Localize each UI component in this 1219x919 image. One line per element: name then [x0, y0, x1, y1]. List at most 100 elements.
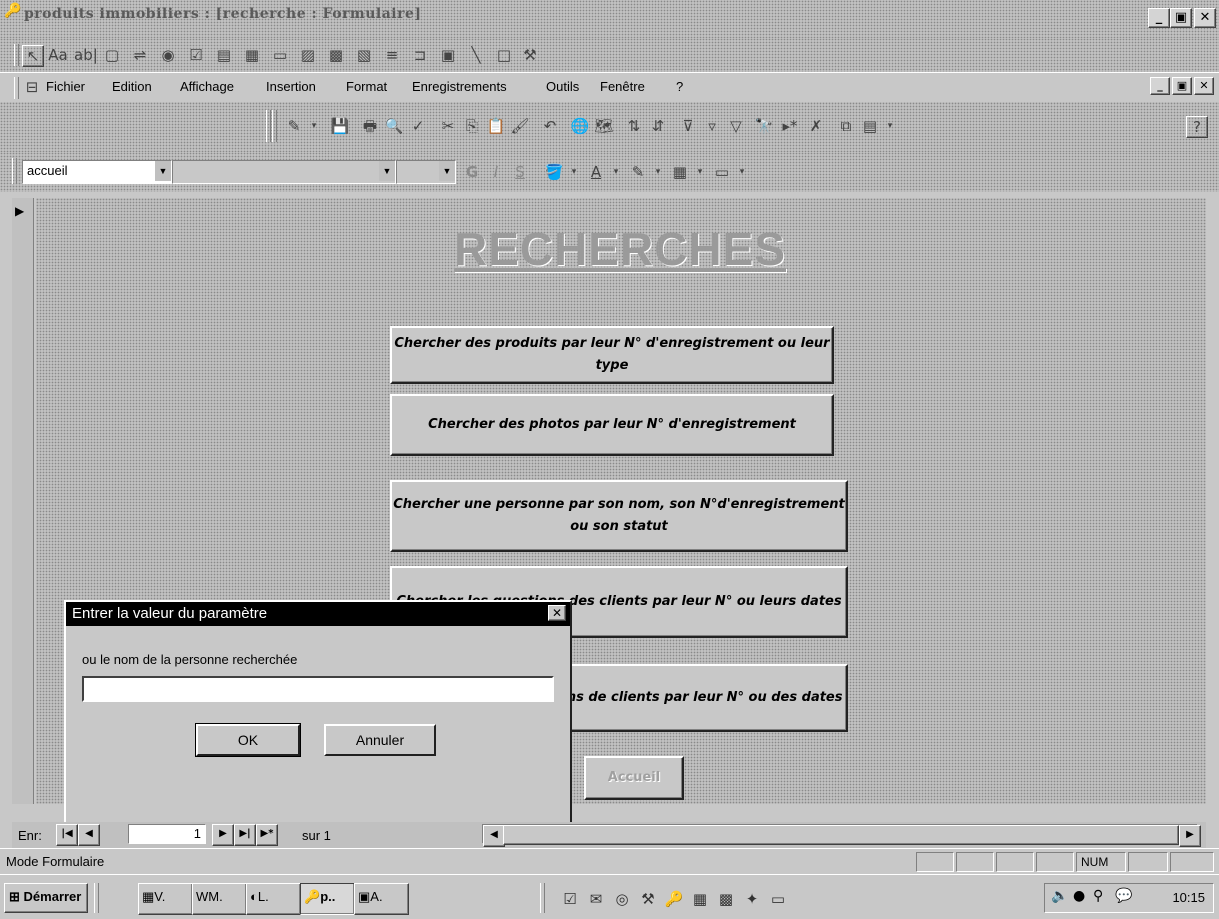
print-icon[interactable]: 🖶	[360, 116, 380, 136]
taskbar-grip[interactable]	[94, 883, 99, 913]
fill-color-icon[interactable]: 🪣	[544, 162, 564, 182]
doc-restore-button[interactable]: ▣	[1172, 77, 1192, 95]
first-record-icon[interactable]: |◀	[56, 824, 78, 846]
save-icon[interactable]: 💾	[330, 116, 350, 136]
menu-edition[interactable]: Edition	[112, 79, 152, 94]
chevron-down-icon[interactable]: ▾	[732, 162, 752, 182]
menu-outils[interactable]: Outils	[546, 79, 579, 94]
bound-frame-icon[interactable]: ▧	[354, 45, 374, 65]
special-effect-icon[interactable]: ▭	[712, 162, 732, 182]
size-combo[interactable]: ▼	[396, 160, 456, 184]
cut-icon[interactable]: ✂	[438, 116, 458, 136]
new-record-nav-icon[interactable]: ▶*	[256, 824, 278, 846]
tab-control-icon[interactable]: ⊐	[410, 45, 430, 65]
italic-icon[interactable]: I	[486, 162, 506, 182]
title-bar[interactable]: 🔑 produits immobiliers : [recherche : Fo…	[0, 0, 1219, 38]
chevron-down-icon[interactable]: ▼	[155, 161, 171, 181]
maximize-button[interactable]: ▣	[1170, 8, 1192, 28]
scroll-thumb[interactable]	[503, 825, 1179, 845]
find-icon[interactable]: 🔭	[754, 116, 774, 136]
record-selector[interactable]: ▶	[12, 198, 34, 804]
taskbar-item[interactable]: WM.	[192, 883, 247, 915]
menu-fichier[interactable]: Fichier	[46, 79, 85, 94]
menu-format[interactable]: Format	[346, 79, 387, 94]
monitor-icon[interactable]: ▭	[768, 889, 788, 909]
pointer-icon[interactable]: ↖	[22, 45, 44, 67]
help-icon[interactable]: ?	[1186, 116, 1208, 138]
format-painter-icon[interactable]: 🖌	[510, 116, 530, 136]
chevron-down-icon[interactable]: ▾	[690, 162, 710, 182]
menu-fenetre[interactable]: Fenêtre	[600, 79, 645, 94]
view-dropdown-arrow[interactable]: ▾	[304, 116, 324, 136]
close-button[interactable]: ✕	[1194, 8, 1216, 28]
browser-icon[interactable]: ◎	[612, 889, 632, 909]
chevron-down-icon[interactable]: ▾	[606, 162, 626, 182]
option-button-icon[interactable]: ◉	[158, 45, 178, 65]
apply-filter-icon[interactable]: ▽	[726, 116, 746, 136]
sort-descending-icon[interactable]: ⇵	[648, 116, 668, 136]
search-products-button[interactable]: Chercher des produits par leur N° d'enre…	[390, 326, 834, 384]
form-document-icon[interactable]: ⊟	[22, 77, 42, 97]
combobox-icon[interactable]: ▤	[214, 45, 234, 65]
copy-icon[interactable]: ⎘	[462, 116, 482, 136]
filter-by-form-icon[interactable]: ▿	[702, 116, 722, 136]
scroll-left-icon[interactable]: ◀	[483, 825, 505, 847]
insert-hyperlink-icon[interactable]: 🌐	[570, 116, 590, 136]
listbox-icon[interactable]: ▦	[242, 45, 262, 65]
satellite-icon[interactable]: ✦	[742, 889, 762, 909]
doc-close-button[interactable]: ✕	[1194, 77, 1214, 95]
start-button[interactable]: ⊞ Démarrer	[4, 883, 88, 913]
rectangle-icon[interactable]: □	[494, 45, 514, 65]
next-record-icon[interactable]: ▶	[212, 824, 234, 846]
checkbox-icon[interactable]: ☑	[186, 45, 206, 65]
toolbar-grip[interactable]	[12, 158, 17, 184]
toolbar-grip-2[interactable]	[272, 110, 277, 142]
chat-icon[interactable]: 💬	[1115, 888, 1132, 904]
last-record-icon[interactable]: ▶|	[234, 824, 256, 846]
menubar-grip[interactable]	[14, 77, 19, 99]
undo-icon[interactable]: ↶	[540, 116, 560, 136]
search-icon[interactable]: ⚲	[1093, 888, 1103, 904]
database-window-icon[interactable]: ⧉	[836, 116, 856, 136]
search-person-button[interactable]: Chercher une personne par son nom, son N…	[390, 480, 848, 552]
taskbar-item[interactable]: ▣A.	[354, 883, 409, 915]
menu-affichage[interactable]: Affichage	[180, 79, 234, 94]
horizontal-scrollbar[interactable]: ◀ ▶	[482, 824, 1201, 847]
menu-help[interactable]: ?	[676, 79, 683, 94]
menu-enregistrements[interactable]: Enregistrements	[412, 79, 507, 94]
desktop-icon[interactable]: ☑	[560, 889, 580, 909]
ok-button[interactable]: OK	[195, 723, 301, 757]
toolbar-grip[interactable]	[14, 44, 19, 66]
command-button-icon[interactable]: ▭	[270, 45, 290, 65]
print-preview-icon[interactable]: 🔍	[384, 116, 404, 136]
subform-icon[interactable]: ▣	[438, 45, 458, 65]
network-icon[interactable]: ●	[1073, 888, 1085, 904]
search-photos-button[interactable]: Chercher des photos par leur N° d'enregi…	[390, 394, 834, 456]
new-record-icon[interactable]: ▸*	[780, 116, 800, 136]
speaker-icon[interactable]: 🔈	[1051, 888, 1068, 904]
app-icon[interactable]: ▦	[690, 889, 710, 909]
paste-icon[interactable]: 📋	[486, 116, 506, 136]
dialog-title-bar[interactable]: Entrer la valeur du paramètre ✕	[66, 602, 570, 626]
line-color-icon[interactable]: ✎	[628, 162, 648, 182]
chevron-down-icon[interactable]: ▾	[648, 162, 668, 182]
label-icon[interactable]: Aa	[48, 45, 68, 65]
delete-record-icon[interactable]: ✗	[806, 116, 826, 136]
more-controls-icon[interactable]: ⚒	[520, 45, 540, 65]
option-group-icon[interactable]: ▢	[102, 45, 122, 65]
menu-insertion[interactable]: Insertion	[266, 79, 316, 94]
web-toolbar-icon[interactable]: 🗺	[594, 116, 614, 136]
spelling-icon[interactable]: ✓	[408, 116, 428, 136]
object-combo[interactable]: accueil ▼	[22, 160, 172, 184]
underline-icon[interactable]: S	[510, 162, 530, 182]
toggle-icon[interactable]: ⇌	[130, 45, 150, 65]
home-button[interactable]: Accueil	[584, 756, 684, 800]
new-object-dropdown-arrow[interactable]: ▾	[880, 116, 900, 136]
unbound-frame-icon[interactable]: ▩	[326, 45, 346, 65]
tool-icon[interactable]: ⚒	[638, 889, 658, 909]
cancel-button[interactable]: Annuler	[324, 724, 436, 756]
design-view-icon[interactable]: ✎	[284, 116, 304, 136]
filter-by-selection-icon[interactable]: ⊽	[678, 116, 698, 136]
chevron-down-icon[interactable]: ▾	[564, 162, 584, 182]
font-color-icon[interactable]: A	[586, 162, 606, 182]
